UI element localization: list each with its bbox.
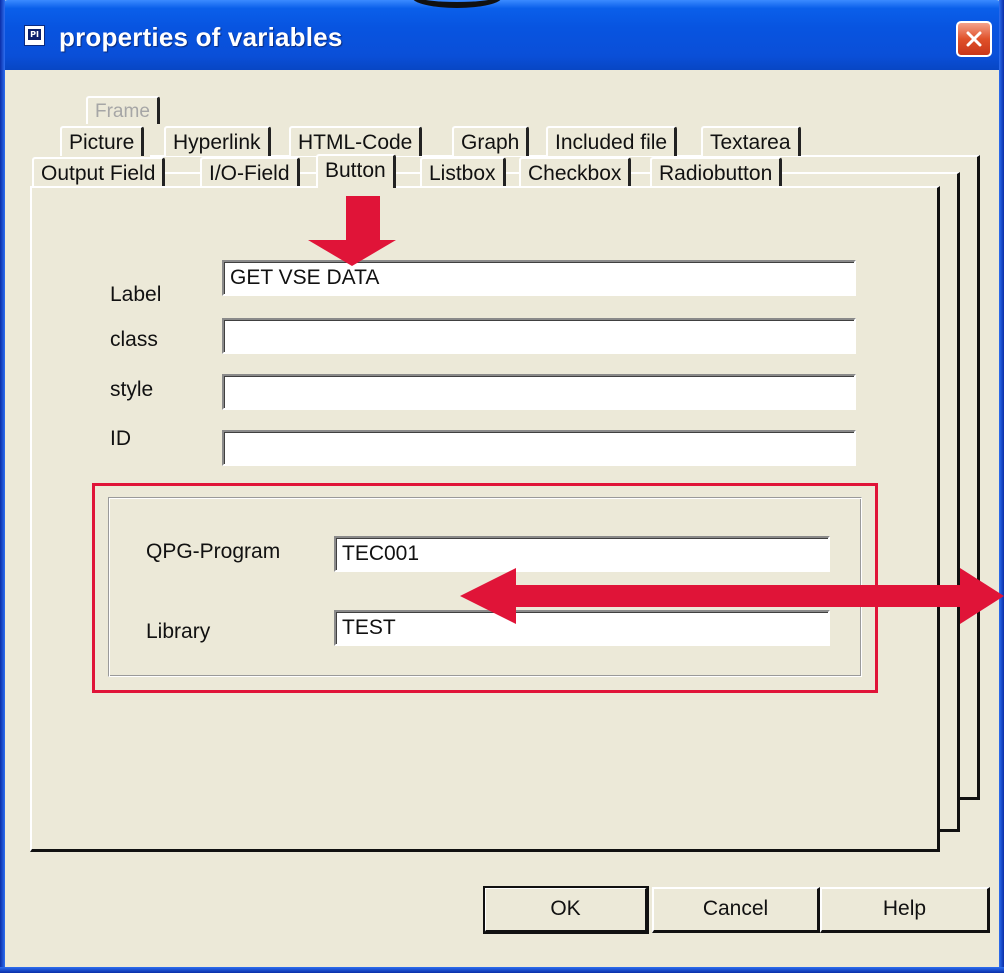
title-bar[interactable]: PI properties of variables <box>0 0 1004 70</box>
close-button[interactable] <box>956 21 992 57</box>
ok-button[interactable]: OK <box>483 886 649 934</box>
tab-radiobutton[interactable]: Radiobutton <box>650 157 783 187</box>
tab-html-code[interactable]: HTML-Code <box>289 126 423 156</box>
window-border-right <box>999 0 1004 973</box>
id-input[interactable] <box>222 430 856 466</box>
tab-frame: Frame <box>86 96 160 124</box>
class-input[interactable] <box>222 318 856 354</box>
window-title: properties of variables <box>59 22 343 52</box>
tab-picture[interactable]: Picture <box>60 126 145 156</box>
library-caption: Library <box>146 620 211 643</box>
tab-output-field[interactable]: Output Field <box>32 157 166 187</box>
window-border-bottom <box>0 967 1004 973</box>
style-input[interactable] <box>222 374 856 410</box>
tab-listbox[interactable]: Listbox <box>420 157 506 187</box>
pi-app-icon[interactable]: PI <box>24 25 45 46</box>
tab-button[interactable]: Button <box>316 154 396 188</box>
tab-graph[interactable]: Graph <box>452 126 530 156</box>
library-input[interactable] <box>334 610 830 646</box>
tab-textarea[interactable]: Textarea <box>701 126 801 156</box>
tab-included-file[interactable]: Included file <box>546 126 678 156</box>
program-input[interactable] <box>334 536 830 572</box>
window-border-left <box>0 0 5 973</box>
class-caption: class <box>110 328 158 351</box>
id-caption: ID <box>110 427 131 450</box>
close-icon <box>966 31 982 47</box>
program-caption: QPG-Program <box>146 540 281 563</box>
tab-hyperlink[interactable]: Hyperlink <box>164 126 271 156</box>
cancel-button[interactable]: Cancel <box>652 887 820 933</box>
tab-io-field[interactable]: I/O-Field <box>200 157 300 187</box>
cropped-glyph <box>0 0 1004 8</box>
label-input[interactable] <box>222 260 856 296</box>
tab-checkbox[interactable]: Checkbox <box>519 157 632 187</box>
highlight-box <box>92 483 878 693</box>
label-caption: Label <box>110 283 162 306</box>
help-button[interactable]: Help <box>820 887 990 933</box>
style-caption: style <box>110 378 154 401</box>
